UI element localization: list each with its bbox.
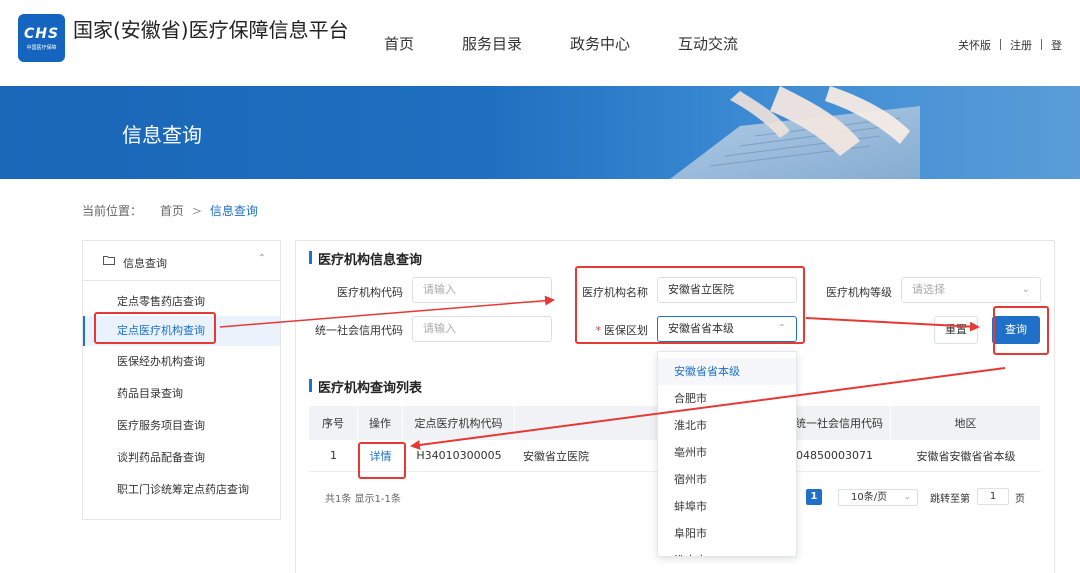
jump-page-input[interactable]: 1	[977, 488, 1009, 505]
sidebar-item-negotiated-drugs[interactable]: 谈判药品配备查询	[83, 443, 280, 473]
required-mark: *	[595, 324, 602, 337]
region-option[interactable]: 蚌埠市	[658, 493, 796, 520]
region-option[interactable]: 亳州市	[658, 439, 796, 466]
sidebar-item-medical-institution[interactable]: 定点医疗机构查询	[83, 316, 280, 346]
breadcrumb-label: 当前位置：	[82, 204, 143, 218]
region-option[interactable]: 淮南市	[658, 547, 796, 556]
main-nav: 首页 服务目录 政务中心 互动交流	[384, 33, 786, 54]
chevron-up-icon: ⌃	[777, 323, 786, 334]
column-header: 统一社会信用代码	[781, 406, 891, 440]
sidebar-item-outpatient-pharmacy[interactable]: 职工门诊统筹定点药店查询	[83, 475, 280, 505]
region-value: 安徽省省本级	[668, 322, 734, 335]
level-placeholder: 请选择	[912, 283, 945, 296]
row-credit-code: 004850003071	[789, 449, 873, 462]
institution-level-select[interactable]: 请选择 ⌄	[901, 277, 1041, 303]
sidebar-header-label: 信息查询	[123, 257, 167, 270]
credit-code-label: 统一社会信用代码	[315, 324, 403, 337]
region-option[interactable]: 安徽省省本级	[658, 358, 796, 385]
region-dropdown: 安徽省省本级 合肥市 淮北市 亳州市 宿州市 蚌埠市 阜阳市 淮南市	[657, 351, 797, 557]
logo-text: CHS	[23, 26, 60, 42]
chs-logo[interactable]: CHS 中国医疗保障	[18, 14, 65, 62]
breadcrumb-current: 信息查询	[209, 204, 258, 218]
sidebar-item-drug-catalog[interactable]: 药品目录查询	[83, 379, 280, 409]
column-header: 操作	[358, 406, 403, 440]
region-option[interactable]: 合肥市	[658, 385, 796, 412]
site-title: 国家(安徽省)医疗保障信息平台	[73, 18, 349, 42]
region-option[interactable]: 淮北市	[658, 412, 796, 439]
region-option[interactable]: 阜阳市	[658, 520, 796, 547]
reset-button[interactable]: 重置	[934, 316, 978, 344]
breadcrumb-home[interactable]: 首页	[160, 204, 184, 218]
folder-icon	[103, 256, 115, 265]
jump-unit: 页	[1015, 494, 1025, 505]
keyboard-hands-illustration	[670, 86, 920, 179]
login-link[interactable]: 登	[1051, 39, 1062, 52]
institution-code-input[interactable]: 请输入	[412, 277, 552, 303]
results-summary: 共1条 显示1-1条	[325, 494, 401, 505]
chevron-down-icon: ⌄	[903, 492, 911, 502]
row-institution-code: H34010300005	[416, 449, 502, 462]
region-option[interactable]: 宿州市	[658, 466, 796, 493]
page-banner: 信息查询	[0, 86, 1080, 179]
sidebar-header[interactable]: 信息查询 ⌃	[83, 241, 280, 281]
chevron-down-icon: ⌄	[1021, 284, 1030, 295]
nav-interaction[interactable]: 互动交流	[678, 33, 738, 54]
chevron-up-icon[interactable]: ⌃	[258, 253, 266, 264]
breadcrumb-separator-icon: >	[191, 204, 202, 218]
page-title: 信息查询	[122, 123, 202, 147]
page-1-button[interactable]: 1	[806, 489, 822, 505]
page-size-value: 10条/页	[851, 492, 888, 503]
divider	[1041, 39, 1042, 50]
column-header: 定点医疗机构代码	[403, 406, 515, 440]
credit-code-input[interactable]: 请输入	[412, 316, 552, 342]
top-links: 关怀版 注册 登	[958, 37, 1062, 53]
care-mode-link[interactable]: 关怀版	[958, 39, 991, 52]
breadcrumb: 当前位置： 首页 > 信息查询	[82, 202, 258, 219]
jump-label: 跳转至第	[930, 494, 970, 505]
column-header: 地区	[891, 406, 1041, 440]
row-region: 安徽省安徽省省本级	[916, 449, 1016, 463]
page-size-select[interactable]: 10条/页 ⌄	[838, 489, 918, 506]
region-label-text: 医保区划	[604, 324, 648, 337]
nav-home[interactable]: 首页	[384, 33, 414, 54]
institution-name-label: 医疗机构名称	[582, 286, 648, 299]
region-label: * 医保区划	[570, 322, 649, 338]
register-link[interactable]: 注册	[1010, 39, 1032, 52]
institution-level-label: 医疗机构等级	[826, 286, 892, 299]
sidebar-item-insurance-agency[interactable]: 医保经办机构查询	[83, 347, 280, 377]
institution-code-label: 医疗机构代码	[337, 286, 403, 299]
sidebar-item-medical-services[interactable]: 医疗服务项目查询	[83, 411, 280, 441]
sidebar: 信息查询 ⌃ 定点零售药店查询 定点医疗机构查询 医保经办机构查询 药品目录查询…	[82, 240, 281, 520]
nav-government-center[interactable]: 政务中心	[570, 33, 630, 54]
search-section-title: 医疗机构信息查询	[309, 249, 422, 268]
site-header: CHS 中国医疗保障 国家(安徽省)医疗保障信息平台 首页 服务目录 政务中心 …	[0, 0, 1080, 86]
column-header: 序号	[309, 406, 358, 440]
institution-name-input[interactable]: 安徽省立医院	[657, 277, 797, 303]
query-button[interactable]: 查询	[992, 316, 1040, 344]
row-index: 1	[330, 449, 337, 462]
sidebar-item-retail-pharmacy[interactable]: 定点零售药店查询	[83, 287, 280, 317]
nav-service-catalog[interactable]: 服务目录	[462, 33, 522, 54]
results-section-title: 医疗机构查询列表	[309, 377, 422, 396]
divider	[1000, 39, 1001, 50]
details-link[interactable]: 详情	[358, 440, 403, 471]
region-select[interactable]: 安徽省省本级 ⌃	[657, 316, 797, 342]
logo-subtext: 中国医疗保障	[26, 45, 57, 51]
